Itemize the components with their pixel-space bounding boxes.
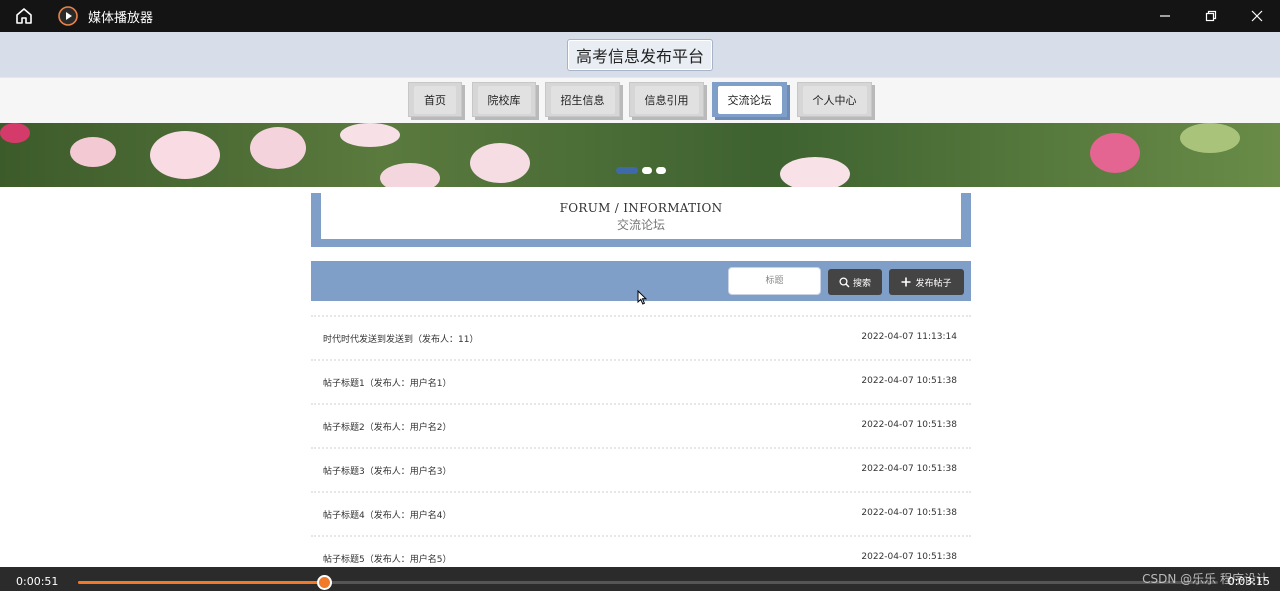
post-time: 2022-04-07 10:51:38: [861, 420, 957, 430]
main-nav: 首页 院校库 招生信息 信息引用 交流论坛 个人中心: [0, 77, 1280, 123]
nav-item-label: 首页: [414, 85, 456, 114]
nav-item-personal-center[interactable]: 个人中心: [797, 82, 872, 117]
home-button[interactable]: [0, 0, 48, 32]
nav-item-forum[interactable]: 交流论坛: [712, 82, 787, 117]
forum-heading-box: FORUM / INFORMATION 交流论坛: [311, 193, 971, 247]
list-item[interactable]: 帖子标题2（发布人：用户名2） 2022-04-07 10:51:38: [311, 403, 971, 447]
close-icon: [1251, 10, 1263, 22]
minimize-button[interactable]: [1142, 0, 1188, 32]
player-titlebar: 媒体播放器: [0, 0, 1280, 32]
nav-item-home[interactable]: 首页: [408, 82, 462, 117]
post-time: 2022-04-07 10:51:38: [861, 464, 957, 474]
nav-item-label: 交流论坛: [717, 85, 782, 114]
post-list: 时代时代发送到发送到（发布人：11） 2022-04-07 11:13:14 帖…: [311, 315, 971, 579]
restore-button[interactable]: [1188, 0, 1234, 32]
plus-icon: [901, 277, 911, 287]
carousel-dot[interactable]: [616, 167, 638, 174]
post-title[interactable]: 帖子标题5（发布人：用户名5）: [323, 552, 451, 565]
nav-item-colleges[interactable]: 院校库: [472, 82, 536, 117]
nav-item-label: 信息引用: [634, 85, 699, 114]
carousel-indicators: [616, 167, 666, 174]
banner-carousel[interactable]: [0, 123, 1280, 187]
seek-thumb[interactable]: [316, 575, 332, 590]
home-icon: [16, 8, 32, 24]
search-input[interactable]: 标题: [728, 267, 821, 295]
search-icon: [839, 276, 850, 287]
nav-item-admissions[interactable]: 招生信息: [545, 82, 620, 117]
post-title[interactable]: 帖子标题3（发布人：用户名3）: [323, 464, 451, 477]
post-time: 2022-04-07 11:13:14: [861, 332, 957, 342]
current-time: 0:00:51: [16, 575, 59, 588]
list-item[interactable]: 帖子标题1（发布人：用户名1） 2022-04-07 10:51:38: [311, 359, 971, 403]
nav-item-label: 招生信息: [550, 85, 615, 114]
post-time: 2022-04-07 10:51:38: [861, 508, 957, 518]
post-time: 2022-04-07 10:51:38: [861, 552, 957, 562]
nav-item-label: 院校库: [477, 85, 531, 114]
total-time: 0:03:15: [1227, 575, 1270, 588]
app-title: 媒体播放器: [88, 10, 154, 26]
list-item[interactable]: 帖子标题4（发布人：用户名4） 2022-04-07 10:51:38: [311, 491, 971, 535]
media-player-logo-icon: [58, 6, 78, 26]
nav-item-label: 个人中心: [802, 85, 867, 114]
search-button[interactable]: 搜索: [828, 269, 882, 295]
post-title[interactable]: 帖子标题2（发布人：用户名2）: [323, 420, 451, 433]
list-item[interactable]: 帖子标题3（发布人：用户名3） 2022-04-07 10:51:38: [311, 447, 971, 491]
post-title[interactable]: 帖子标题1（发布人：用户名1）: [323, 376, 451, 389]
post-title[interactable]: 时代时代发送到发送到（发布人：11）: [323, 332, 478, 345]
post-time: 2022-04-07 10:51:38: [861, 376, 957, 386]
forum-heading-cn: 交流论坛: [616, 218, 665, 232]
forum-heading-en: FORUM / INFORMATION: [559, 201, 723, 215]
post-title[interactable]: 帖子标题4（发布人：用户名4）: [323, 508, 451, 521]
carousel-dot[interactable]: [656, 167, 666, 174]
playback-bar: 0:00:51 CSDN @乐乐 程序设计 0:03:15: [0, 567, 1280, 591]
minimize-icon: [1160, 15, 1170, 17]
list-item[interactable]: 时代时代发送到发送到（发布人：11） 2022-04-07 11:13:14: [311, 315, 971, 359]
seek-bar-progress: [78, 581, 324, 584]
new-post-button[interactable]: 发布帖子: [889, 269, 964, 295]
mouse-cursor-icon: [637, 290, 647, 305]
close-button[interactable]: [1234, 0, 1280, 32]
site-header: 高考信息发布平台: [0, 32, 1280, 77]
nav-item-info-citation[interactable]: 信息引用: [629, 82, 704, 117]
carousel-dot[interactable]: [642, 167, 652, 174]
search-button-label: 搜索: [852, 278, 871, 289]
seek-bar[interactable]: [78, 575, 1218, 590]
restore-icon: [1205, 10, 1217, 22]
site-title: 高考信息发布平台: [566, 38, 713, 71]
new-post-button-label: 发布帖子: [915, 278, 952, 289]
